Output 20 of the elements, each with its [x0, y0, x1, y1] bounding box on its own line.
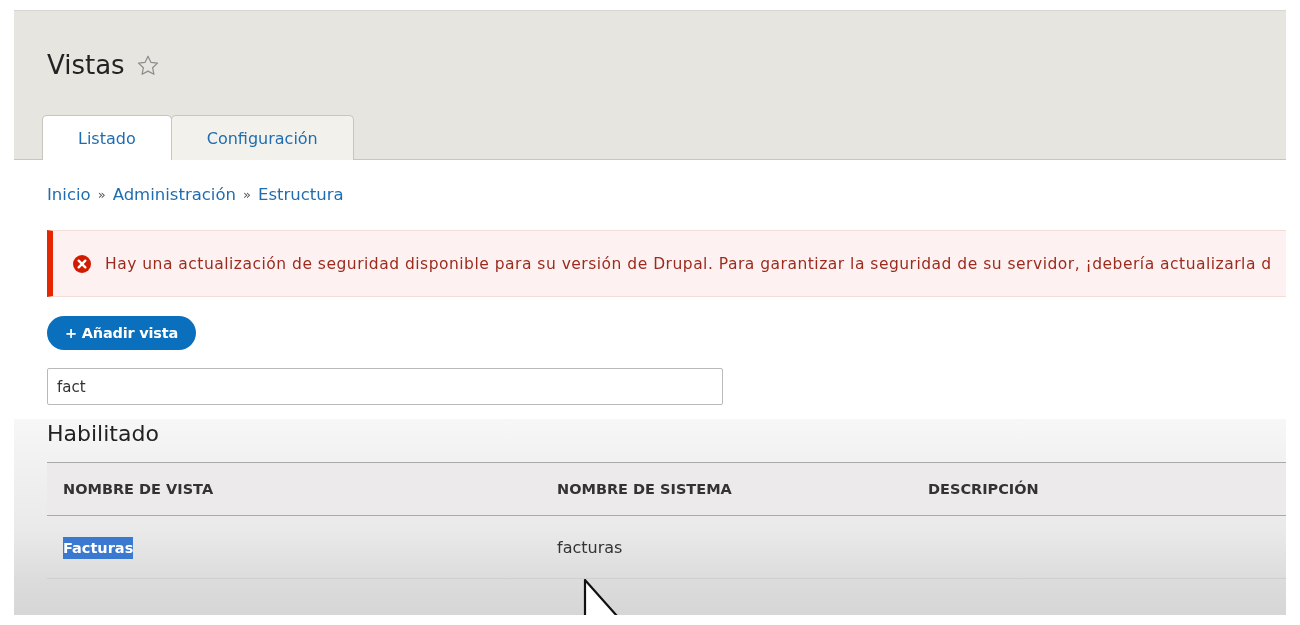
star-icon[interactable]: [136, 54, 159, 76]
breadcrumb-separator: »: [243, 186, 251, 204]
filter-input[interactable]: fact: [47, 368, 723, 405]
breadcrumb-link[interactable]: Estructura: [257, 186, 344, 204]
section-heading: Habilitado: [47, 421, 159, 447]
column-header: DESCRIPCIÓN: [912, 462, 1286, 516]
add-view-button[interactable]: + Añadir vista: [47, 316, 197, 350]
column-header: NOMBRE DE VISTA: [47, 462, 541, 516]
tab[interactable]: Listado: [42, 115, 172, 160]
page-title: Vistas: [47, 50, 125, 80]
message-text: Hay una actualización de seguridad disponible para su versión de Drupal. Para garantizar la seguridad de su servidor, ¡debería actualizarla d: [105, 254, 1272, 273]
tab[interactable]: Configuración: [170, 115, 354, 160]
error-icon: [73, 254, 91, 273]
mouse-pointer-icon: [583, 579, 619, 615]
table-cell: facturas: [541, 516, 912, 579]
breadcrumb-link[interactable]: Inicio: [47, 186, 91, 204]
view-name-link[interactable]: Facturas: [63, 536, 134, 559]
column-header: NOMBRE DE SISTEMA: [541, 462, 912, 516]
breadcrumb-link[interactable]: Administración: [112, 186, 236, 204]
breadcrumb-separator: »: [97, 186, 106, 204]
